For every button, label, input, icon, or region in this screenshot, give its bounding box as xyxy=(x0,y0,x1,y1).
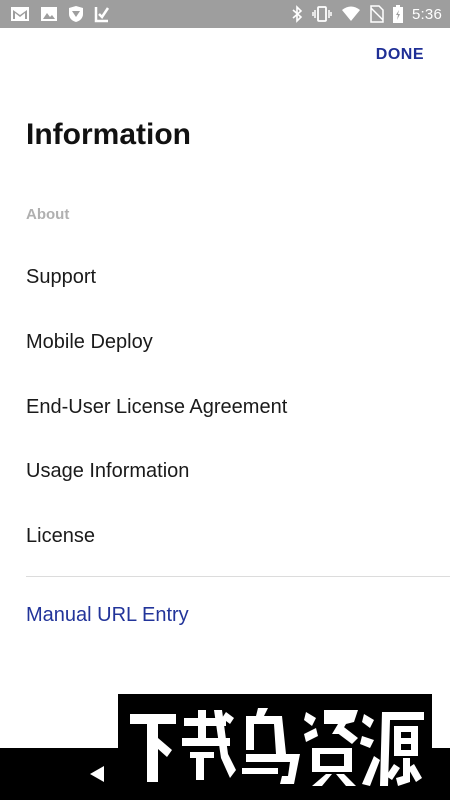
section-header-about: About xyxy=(26,206,70,223)
battery-icon xyxy=(393,5,403,23)
divider xyxy=(26,576,450,577)
back-icon[interactable] xyxy=(88,765,106,788)
wifi-icon xyxy=(341,6,361,22)
vibrate-icon xyxy=(312,6,332,22)
menu-item-eula[interactable]: End-User License Agreement xyxy=(26,396,287,419)
no-sim-icon xyxy=(370,5,384,23)
shield-icon xyxy=(68,5,84,23)
menu-item-support[interactable]: Support xyxy=(26,266,96,289)
watermark-logo xyxy=(118,694,432,800)
download-icon xyxy=(94,5,110,23)
screen: 5:36 DONE Information About Support Mobi… xyxy=(0,0,450,800)
notification-icons xyxy=(10,5,110,23)
bluetooth-icon xyxy=(291,5,303,23)
menu-item-mobile-deploy[interactable]: Mobile Deploy xyxy=(26,331,153,354)
page-title: Information xyxy=(26,118,191,151)
done-button[interactable]: DONE xyxy=(376,46,424,64)
image-icon xyxy=(40,6,58,22)
system-icons: 5:36 xyxy=(291,3,442,25)
status-bar: 5:36 xyxy=(0,0,450,28)
manual-url-entry-link[interactable]: Manual URL Entry xyxy=(26,604,189,627)
menu-item-license[interactable]: License xyxy=(26,525,95,548)
status-clock: 5:36 xyxy=(412,5,442,23)
menu-item-usage-information[interactable]: Usage Information xyxy=(26,460,189,483)
gmail-icon xyxy=(10,6,30,22)
